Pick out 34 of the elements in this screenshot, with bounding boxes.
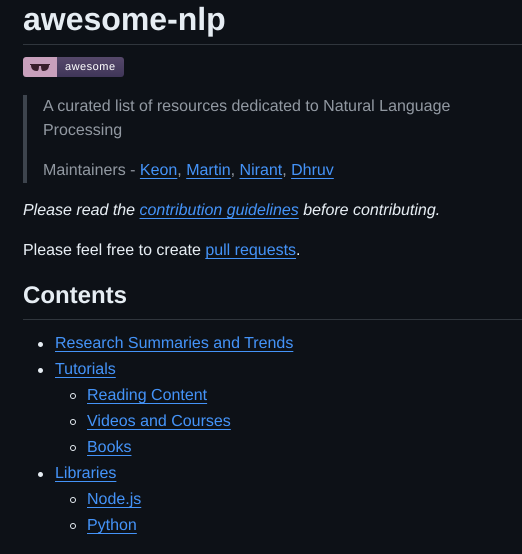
- badge-label: awesome: [57, 57, 124, 77]
- sunglasses-icon: [30, 62, 50, 72]
- comma-text: ,: [230, 162, 236, 179]
- maintainer-link[interactable]: Martin: [186, 162, 231, 179]
- comma-text: ,: [282, 162, 288, 179]
- contents-link[interactable]: Books: [87, 439, 132, 457]
- contents-link[interactable]: Reading Content: [87, 387, 208, 405]
- bullet-icon: [38, 472, 43, 476]
- description-text: A curated list of resources dedicated to Natural Language Processing: [43, 97, 452, 141]
- contents-link[interactable]: Videos and Courses: [87, 413, 231, 431]
- contents-link[interactable]: Node.js: [87, 491, 142, 509]
- contents-link[interactable]: Python: [87, 517, 137, 535]
- note-link[interactable]: pull requests: [205, 242, 296, 259]
- contents-heading: Contents: [23, 281, 522, 320]
- maintainer-link[interactable]: Dhruv: [291, 162, 334, 179]
- note-link[interactable]: contribution guidelines: [140, 202, 299, 219]
- note-text: Please read the contribution guidelines before contributing.: [23, 201, 442, 221]
- bullet-icon: [70, 523, 76, 529]
- bullet-icon: [70, 393, 76, 399]
- maintainer-link[interactable]: Nirant: [240, 162, 282, 179]
- page-title: awesome-nlp: [23, 0, 522, 45]
- note-text: Please feel free to create pull requests.: [23, 241, 302, 261]
- contents-link[interactable]: Tutorials: [55, 361, 116, 379]
- maintainers-label: Maintainers -: [43, 162, 136, 179]
- bullet-icon: [38, 368, 43, 372]
- awesome-badge[interactable]: awesome: [23, 57, 124, 77]
- bullet-icon: [70, 445, 76, 451]
- contents-link[interactable]: Libraries: [55, 465, 116, 483]
- bullet-icon: [70, 419, 76, 425]
- bullet-icon: [38, 342, 43, 346]
- bullet-icon: [70, 497, 76, 503]
- contents-link[interactable]: Research Summaries and Trends: [55, 335, 294, 353]
- maintainer-link[interactable]: Keon: [140, 162, 178, 179]
- comma-text: ,: [177, 162, 183, 179]
